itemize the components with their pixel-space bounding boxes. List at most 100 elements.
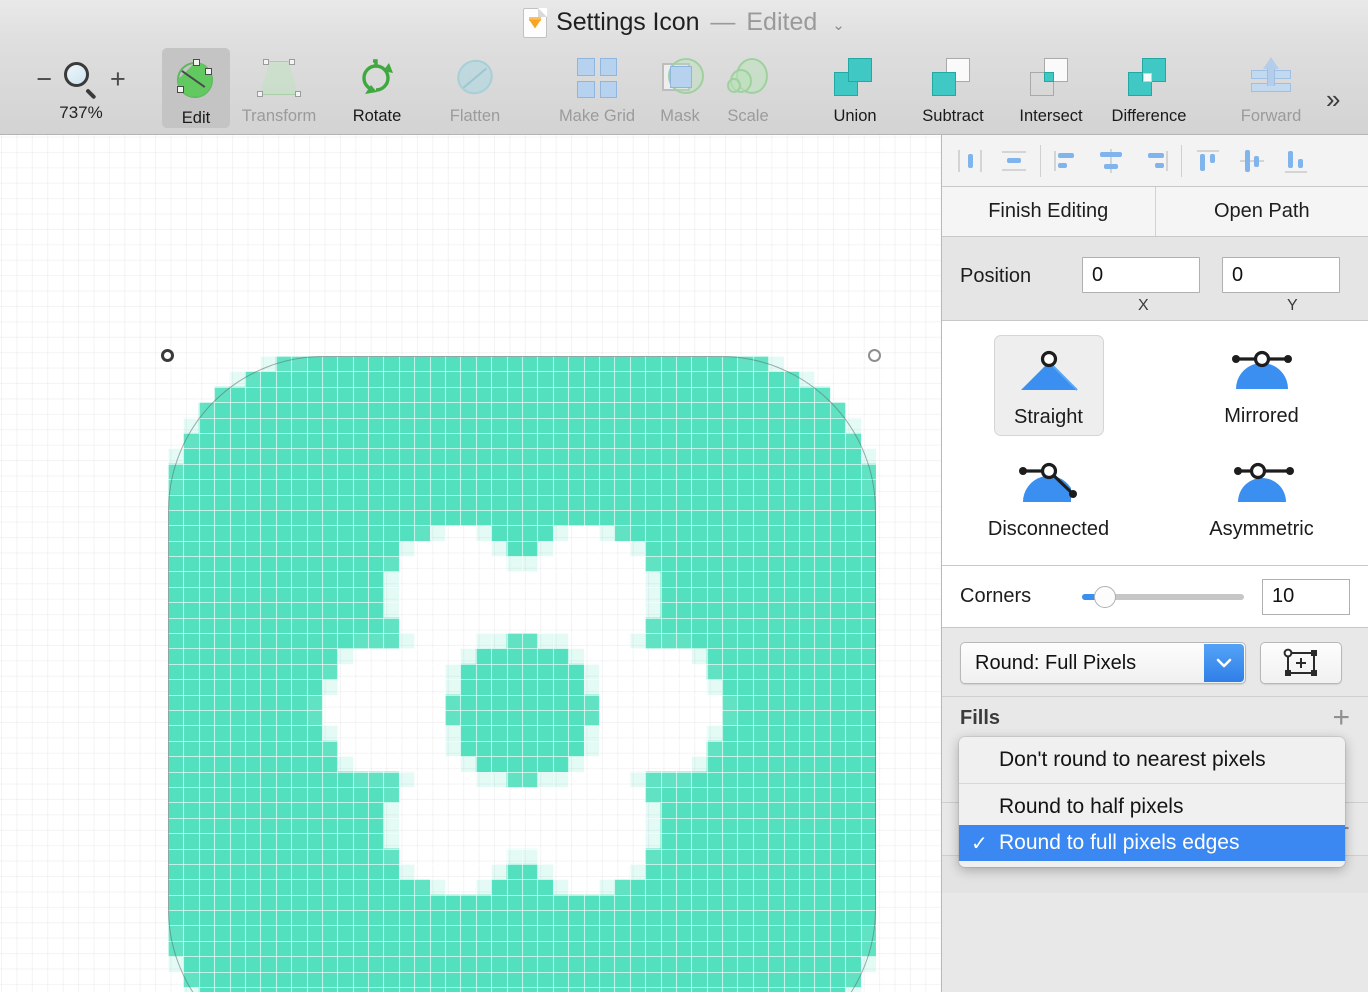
main-toolbar: − + 737% Edit Transform Rotate Flatten M… (0, 45, 1368, 135)
menu-item-round-full[interactable]: ✓ Round to full pixels edges (959, 825, 1345, 861)
scale-icon (726, 55, 770, 101)
rounding-dropdown-menu[interactable]: Don't round to nearest pixels Round to h… (959, 737, 1345, 867)
tool-edit-label: Edit (181, 109, 211, 127)
chevron-down-icon[interactable] (1204, 644, 1244, 682)
mask-icon (658, 55, 704, 101)
zoom-in-button[interactable]: + (110, 65, 126, 93)
tool-subtract-label: Subtract (922, 107, 984, 125)
tool-rotate-label: Rotate (352, 107, 402, 125)
forward-icon (1251, 55, 1291, 101)
magnifier-icon[interactable] (64, 62, 98, 100)
point-type-mirrored-label: Mirrored (1224, 405, 1299, 427)
document-title-group[interactable]: Settings Icon — Edited ⌄ (523, 7, 845, 38)
flatten-icon (450, 53, 500, 101)
menu-item-dont-round[interactable]: Don't round to nearest pixels (959, 742, 1345, 778)
position-x-label: X (1138, 297, 1149, 314)
point-type-straight-label: Straight (1014, 406, 1083, 428)
corners-slider[interactable] (1082, 585, 1244, 608)
path-edit-buttons: Finish Editing Open Path (942, 187, 1368, 237)
tool-difference-label: Difference (1111, 107, 1187, 125)
zoom-level-label: 737% (59, 103, 103, 122)
menu-item-round-half[interactable]: Round to half pixels (959, 789, 1345, 825)
tool-make-grid-label: Make Grid (558, 107, 636, 125)
corners-slider-knob[interactable] (1094, 585, 1116, 608)
make-grid-icon (577, 55, 617, 101)
pixel-preview (168, 356, 876, 992)
sketch-app-window: Settings Icon — Edited ⌄ − + 737% Edit T… (0, 0, 1368, 992)
tool-forward[interactable]: Forward (1222, 45, 1320, 135)
tool-intersect[interactable]: Intersect (1002, 45, 1100, 135)
finish-editing-button[interactable]: Finish Editing (942, 187, 1156, 236)
tool-transform-label: Transform (241, 107, 317, 125)
tool-difference[interactable]: Difference (1100, 45, 1198, 135)
tool-flatten-label: Flatten (449, 107, 501, 125)
tool-scale[interactable]: Scale (714, 45, 782, 135)
rotate-icon (355, 55, 399, 101)
point-type-asymmetric[interactable]: Asymmetric (1155, 448, 1368, 547)
asymmetric-point-icon (1233, 462, 1294, 502)
tool-forward-label: Forward (1240, 107, 1302, 125)
align-bottom-icon[interactable] (1274, 142, 1318, 180)
handle-top-right[interactable] (868, 349, 881, 362)
scale-frame-button[interactable] (1260, 642, 1342, 684)
scale-frame-icon (1283, 648, 1317, 676)
union-icon (834, 55, 876, 101)
align-bottom-edges-icon[interactable] (1133, 142, 1177, 180)
align-center-horizontal-icon[interactable] (992, 142, 1036, 180)
sketch-document-icon (523, 7, 548, 38)
point-type-asymmetric-label: Asymmetric (1209, 518, 1314, 540)
tool-flatten[interactable]: Flatten (426, 45, 524, 135)
position-section: Position 0 0 X Y (942, 237, 1368, 321)
chevron-down-icon[interactable]: ⌄ (832, 16, 845, 34)
tool-intersect-label: Intersect (1019, 107, 1083, 125)
rounding-section: Round: Full Pixels (942, 628, 1368, 696)
transform-icon (256, 55, 302, 101)
toolbar-overflow-icon[interactable]: » (1326, 84, 1341, 115)
point-type-disconnected-label: Disconnected (987, 518, 1110, 540)
align-top-icon[interactable] (1186, 142, 1230, 180)
menu-item-label: Round to half pixels (999, 795, 1184, 818)
align-top-edges-icon[interactable] (1045, 142, 1089, 180)
fills-title: Fills (960, 706, 1001, 729)
position-y-input[interactable]: 0 (1222, 257, 1340, 293)
point-type-disconnected[interactable]: Disconnected (942, 448, 1155, 547)
menu-item-label: Round to full pixels edges (999, 831, 1240, 854)
handle-top-left[interactable] (161, 349, 174, 362)
tool-make-grid[interactable]: Make Grid (548, 45, 646, 135)
tool-mask-label: Mask (660, 107, 700, 125)
disconnected-point-icon (1018, 462, 1077, 502)
align-left-icon[interactable] (948, 142, 992, 180)
tool-mask[interactable]: Mask (646, 45, 714, 135)
corners-value-input[interactable]: 10 (1262, 578, 1350, 615)
settings-icon-artwork[interactable] (168, 356, 876, 992)
tool-rotate[interactable]: Rotate (328, 45, 426, 135)
position-x-input[interactable]: 0 (1082, 257, 1200, 293)
design-canvas[interactable] (0, 135, 941, 992)
tool-edit[interactable]: Edit (162, 48, 230, 128)
tool-union[interactable]: Union (806, 45, 904, 135)
tool-transform[interactable]: Transform (230, 45, 328, 135)
alignment-toolbar (942, 135, 1368, 187)
corners-section: Corners 10 (942, 566, 1368, 628)
position-label: Position (960, 265, 1032, 287)
tool-union-label: Union (833, 107, 877, 125)
tool-subtract[interactable]: Subtract (904, 45, 1002, 135)
rounding-dropdown[interactable]: Round: Full Pixels (960, 642, 1246, 684)
open-path-button[interactable]: Open Path (1156, 187, 1368, 236)
straight-point-icon (1020, 350, 1078, 391)
plus-icon[interactable]: + (1332, 703, 1350, 733)
edit-path-icon (175, 58, 217, 103)
mirrored-point-icon (1231, 350, 1292, 389)
point-type-section: Straight Mirrored Disconnected Asymmetri… (942, 321, 1368, 566)
align-middle-vertical-icon[interactable] (1230, 142, 1274, 180)
subtract-icon (932, 55, 974, 101)
point-type-mirrored[interactable]: Mirrored (1155, 335, 1368, 436)
zoom-out-button[interactable]: − (36, 65, 52, 93)
point-type-straight[interactable]: Straight (942, 335, 1155, 436)
distribute-vertical-icon[interactable] (1089, 142, 1133, 180)
difference-icon (1128, 55, 1170, 101)
window-titlebar: Settings Icon — Edited ⌄ (0, 0, 1368, 45)
menu-item-label: Don't round to nearest pixels (999, 748, 1266, 771)
page-title: Settings Icon (556, 8, 700, 36)
intersect-icon (1030, 55, 1072, 101)
